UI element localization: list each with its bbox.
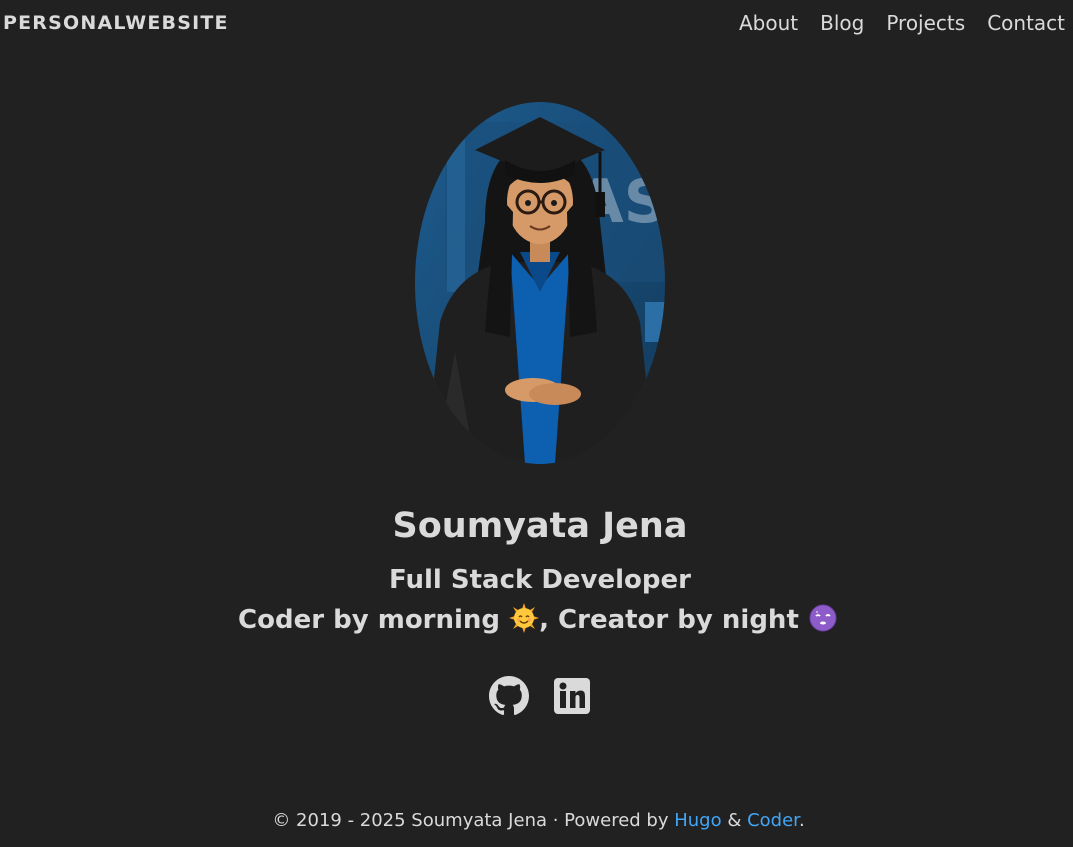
profile-tagline: Coder by morning , Creator by night: [0, 601, 1073, 639]
github-link[interactable]: [489, 676, 529, 716]
graduate-avatar-illustration: CLAS: [415, 102, 665, 464]
coder-link[interactable]: Coder: [747, 810, 799, 831]
tagline-part-2: , Creator by night: [539, 605, 799, 635]
moon-sleepy-icon: [808, 603, 838, 633]
avatar: CLAS: [415, 102, 665, 464]
navbar: PERSONALWEBSITE About Blog Projects Cont…: [0, 0, 1073, 46]
site-brand-link[interactable]: PERSONALWEBSITE: [3, 11, 229, 35]
nav-link-contact[interactable]: Contact: [987, 11, 1065, 35]
hugo-link[interactable]: Hugo: [674, 810, 721, 831]
nav-links: About Blog Projects Contact: [739, 11, 1065, 35]
nav-link-about[interactable]: About: [739, 11, 798, 35]
tagline-part-1: Coder by morning: [238, 605, 501, 635]
footer-period: .: [798, 810, 805, 831]
linkedin-link[interactable]: [552, 676, 592, 716]
profile-name: Soumyata Jena: [392, 506, 688, 546]
footer: © 2019 - 2025 Soumyata Jena · Powered by…: [0, 809, 1073, 833]
footer-amp: &: [721, 810, 748, 831]
nav-link-projects[interactable]: Projects: [886, 11, 965, 35]
linkedin-icon: [554, 678, 590, 714]
sun-smiling-icon: [509, 603, 540, 633]
nav-link-blog[interactable]: Blog: [820, 11, 864, 35]
social-links: [489, 676, 592, 716]
github-icon: [489, 676, 529, 716]
footer-copyright: © 2019 - 2025 Soumyata Jena · Powered by: [272, 810, 675, 831]
profile-role: Full Stack Developer: [389, 565, 691, 595]
